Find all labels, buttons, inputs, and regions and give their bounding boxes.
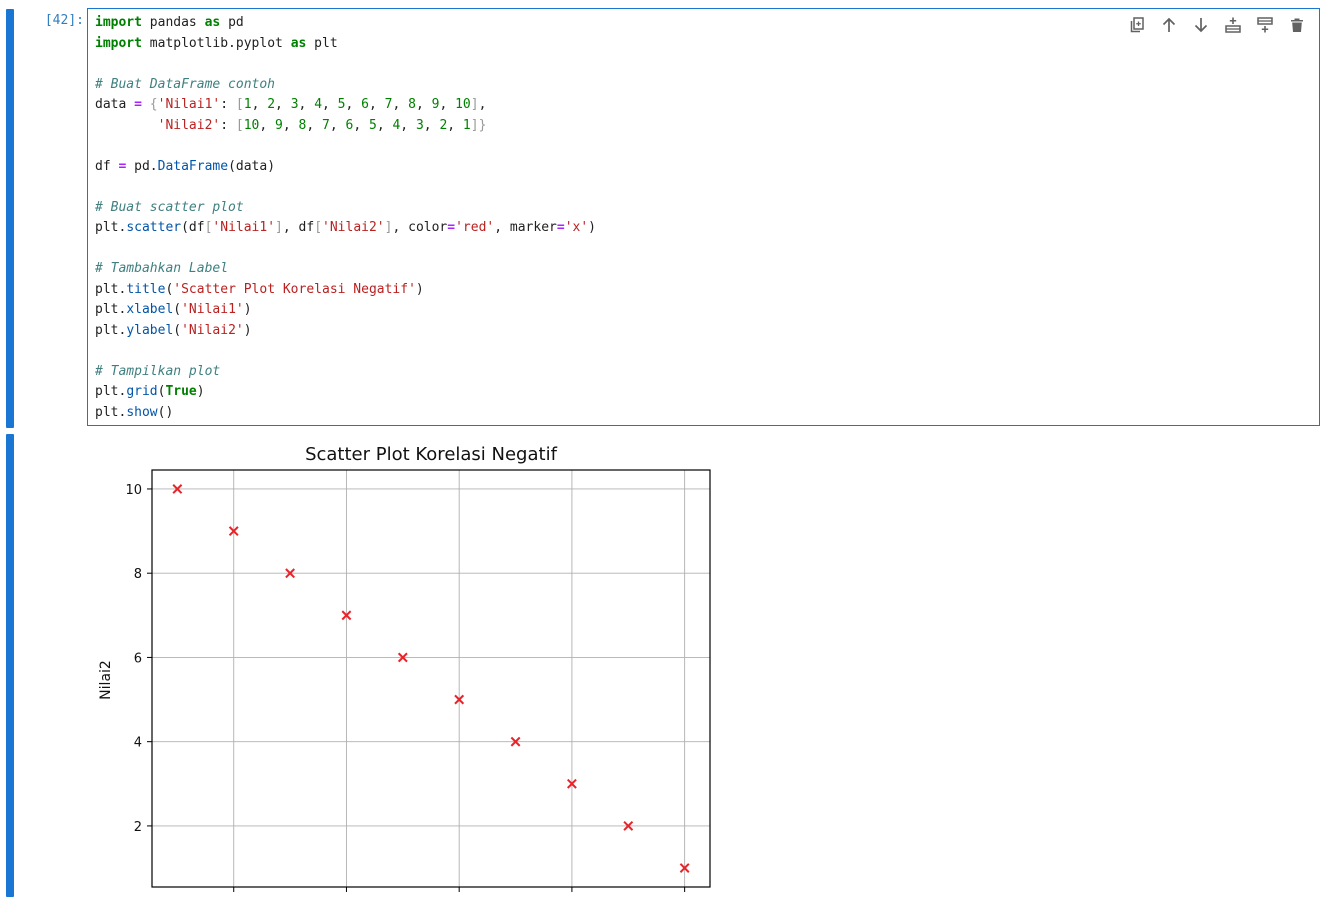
code-line: # Buat scatter plot [95,199,244,215]
scatter-chart: Scatter Plot Korelasi Negatif Nilai2 2 4 6… [98,444,711,892]
output-collapser[interactable] [6,434,14,897]
move-up-icon [1162,17,1176,32]
code-line: plt.title('Scatter Plot Korelasi Negatif… [95,281,424,297]
cell-collapser[interactable] [6,9,14,428]
y-tick-label: 4 [134,736,142,751]
code-editor[interactable]: import pandas as pd import matplotlib.py… [87,8,1320,426]
delete-cell-icon [1291,18,1303,32]
code-line: plt.ylabel('Nilai2') [95,322,252,338]
move-down-button[interactable] [1189,14,1213,36]
code-line: df = pd.DataFrame(data) [95,158,276,174]
move-down-icon [1194,18,1208,33]
ticks: 2 4 6 8 10 [125,483,686,892]
cell-output: Scatter Plot Korelasi Negatif Nilai2 2 4 6… [88,434,728,897]
y-tick-label: 10 [125,483,142,498]
y-axis-label: Nilai2 [98,660,114,700]
code-line: # Tampilkan plot [95,363,221,379]
code-line: plt.xlabel('Nilai1') [95,302,252,317]
notebook-page: [42]: import pandas as pd import matplot… [0,0,1332,897]
cell-toolbar [1125,14,1309,36]
duplicate-cell-icon [1130,17,1144,33]
y-tick-label: 2 [134,820,142,835]
insert-below-button[interactable] [1253,14,1277,36]
code-line: plt.scatter(df['Nilai1'], df['Nilai2'], … [95,220,596,235]
delete-cell-button[interactable] [1285,14,1309,36]
insert-above-icon [1225,17,1241,33]
code-line: 'Nilai2': [10, 9, 8, 7, 6, 5, 4, 3, 2, 1… [157,117,487,133]
insert-below-icon [1257,17,1273,33]
y-tick-label: 8 [134,567,142,582]
code-line: # Tambahkan Label [95,261,229,276]
chart-title: Scatter Plot Korelasi Negatif [305,444,557,465]
execution-count: [42]: [44,13,84,28]
code-line: # Buat DataFrame contoh [95,76,276,92]
code-line: import matplotlib.pyplot as plt [95,35,338,51]
code-content[interactable]: import pandas as pd import matplotlib.py… [95,13,596,423]
data-points [172,484,690,873]
code-line: plt.grid(True) [95,384,205,399]
move-up-button[interactable] [1157,14,1181,36]
insert-above-button[interactable] [1221,14,1245,36]
code-line: data = {'Nilai1': [1, 2, 3, 4, 5, 6, 7, … [95,97,487,112]
code-line: plt.show() [95,404,174,420]
duplicate-cell-button[interactable] [1125,14,1149,36]
code-line: import pandas as pd [95,15,244,30]
y-tick-label: 6 [134,651,142,666]
